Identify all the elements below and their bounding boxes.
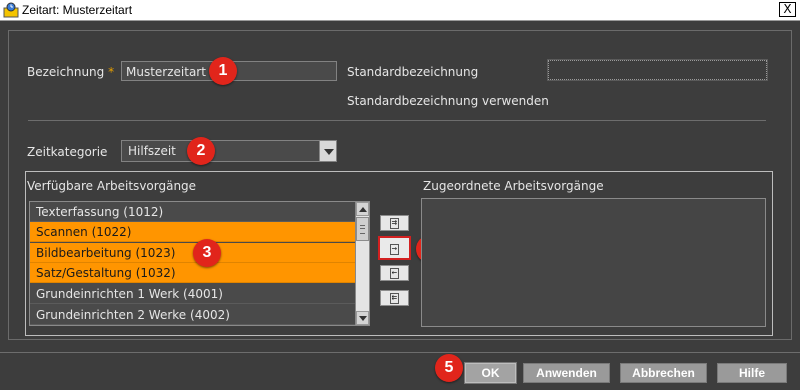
scroll-down-icon[interactable]	[356, 311, 369, 325]
callout-5: 5	[435, 354, 463, 382]
available-heading: Verfügbare Arbeitsvorgänge	[27, 179, 197, 193]
close-button[interactable]: X	[779, 2, 796, 17]
chevron-down-icon[interactable]	[319, 141, 336, 161]
add-all-button[interactable]: ⇉	[380, 215, 409, 231]
arrow-left-icon: ←	[389, 268, 400, 279]
assigned-list[interactable]	[421, 198, 766, 327]
zeitkategorie-select[interactable]: Hilfszeit	[121, 140, 337, 162]
scroll-thumb[interactable]	[356, 217, 369, 241]
required-marker: *	[108, 65, 115, 79]
double-arrow-right-icon: ⇉	[389, 218, 400, 229]
callout-2: 2	[187, 137, 215, 165]
double-arrow-left-icon: ⇇	[389, 293, 400, 304]
callout-1: 1	[209, 57, 237, 85]
remove-all-button[interactable]: ⇇	[380, 290, 409, 306]
ok-button[interactable]: OK	[464, 362, 517, 384]
window-title: Zeitart: Musterzeitart	[22, 3, 133, 17]
list-item[interactable]: Satz/Gestaltung (1032)	[30, 263, 356, 283]
add-selected-button[interactable]: →	[378, 236, 411, 260]
app-icon	[3, 2, 19, 18]
list-item[interactable]: Scannen (1022)	[30, 222, 356, 242]
scroll-up-icon[interactable]	[356, 202, 369, 216]
arrow-right-icon: →	[389, 244, 400, 255]
standardbezeichnung-use-option[interactable]: Standardbezeichnung verwenden	[347, 94, 549, 108]
bezeichnung-label-text: Bezeichnung	[27, 65, 105, 79]
cancel-button[interactable]: Abbrechen	[620, 363, 707, 383]
standardbezeichnung-label: Standardbezeichnung	[347, 65, 479, 79]
callout-3: 3	[193, 239, 221, 267]
list-item[interactable]: Texterfassung (1012)	[30, 202, 356, 222]
bezeichnung-label: Bezeichnung *	[27, 65, 114, 79]
apply-button[interactable]: Anwenden	[523, 363, 610, 383]
footer-separator	[0, 352, 800, 353]
scrollbar[interactable]	[355, 202, 369, 325]
assigned-heading: Zugeordnete Arbeitsvorgänge	[423, 179, 604, 193]
zeitkategorie-label: Zeitkategorie	[27, 145, 108, 159]
standardbezeichnung-input[interactable]	[547, 59, 768, 81]
separator	[28, 120, 766, 121]
list-item[interactable]: Grundeinrichten 1 Werk (4001)	[30, 284, 356, 304]
help-button[interactable]: Hilfe	[717, 363, 787, 383]
list-item[interactable]: Grundeinrichten 2 Werke (4002)	[30, 305, 356, 325]
zeitkategorie-value: Hilfszeit	[128, 144, 176, 158]
remove-selected-button[interactable]: ←	[380, 265, 409, 281]
title-bar: Zeitart: Musterzeitart X	[0, 0, 800, 21]
